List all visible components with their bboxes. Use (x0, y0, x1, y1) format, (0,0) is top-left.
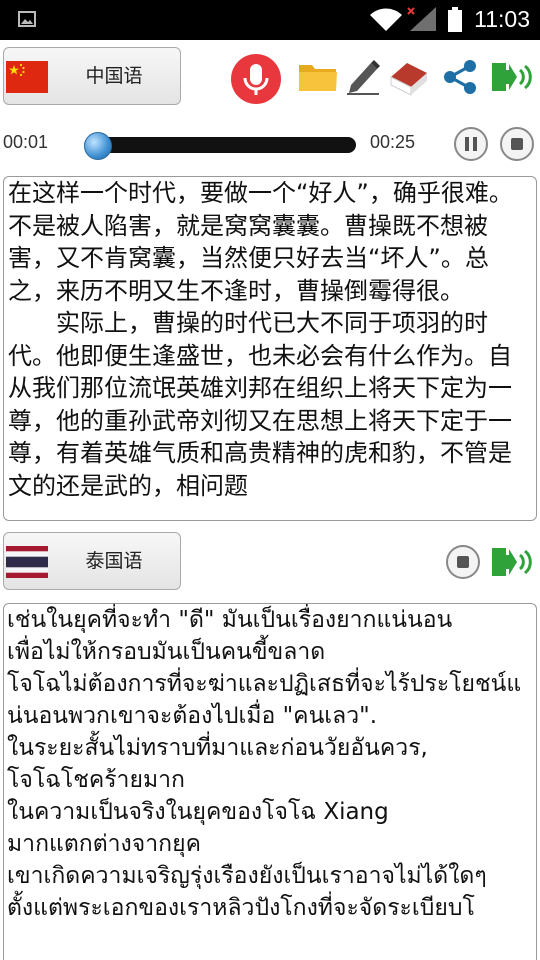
wifi-icon (369, 7, 403, 37)
target-language-button[interactable]: 泰国语 (3, 532, 181, 590)
folder-icon[interactable] (298, 61, 338, 97)
target-speaker-exit-icon[interactable] (491, 545, 533, 583)
status-bar: 11:03 (0, 0, 540, 40)
battery-icon (447, 7, 463, 37)
source-language-button[interactable]: 中国语 (3, 47, 181, 105)
target-stop-button[interactable] (446, 545, 480, 579)
share-icon[interactable] (442, 59, 478, 99)
gallery-icon (18, 11, 36, 31)
elapsed-time: 00:01 (3, 132, 49, 152)
microphone-icon[interactable] (230, 53, 282, 109)
target-language-label: 泰国语 (85, 550, 143, 572)
signal-icon (406, 6, 438, 36)
stop-icon (511, 138, 523, 150)
total-time: 00:25 (370, 132, 416, 152)
source-language-label: 中国语 (85, 65, 143, 87)
speaker-exit-icon[interactable] (491, 60, 533, 98)
stop-button[interactable] (500, 127, 534, 161)
eraser-icon[interactable] (389, 57, 429, 101)
pencil-icon[interactable] (345, 57, 381, 99)
source-text-panel[interactable]: 在这样一个时代，要做一个“好人”，确乎很难。不是被人陷害，就是窝窝囊囊。曹操既不… (3, 176, 537, 521)
china-flag-icon (6, 61, 48, 93)
stop-icon (457, 556, 469, 568)
pause-button[interactable] (454, 127, 488, 161)
playback-slider[interactable] (84, 132, 356, 160)
source-text: 在这样一个时代，要做一个“好人”，确乎很难。不是被人陷害，就是窝窝囊囊。曹操既不… (8, 179, 513, 500)
pause-icon (465, 137, 477, 151)
slider-thumb[interactable] (84, 132, 112, 160)
target-text: เช่นในยุคที่จะทำ "ดี" มันเป็นเรื่องยากแน… (7, 607, 522, 921)
target-text-panel[interactable]: เช่นในยุคที่จะทำ "ดี" มันเป็นเรื่องยากแน… (3, 603, 537, 960)
thailand-flag-icon (6, 546, 48, 578)
status-clock: 11:03 (474, 6, 530, 32)
